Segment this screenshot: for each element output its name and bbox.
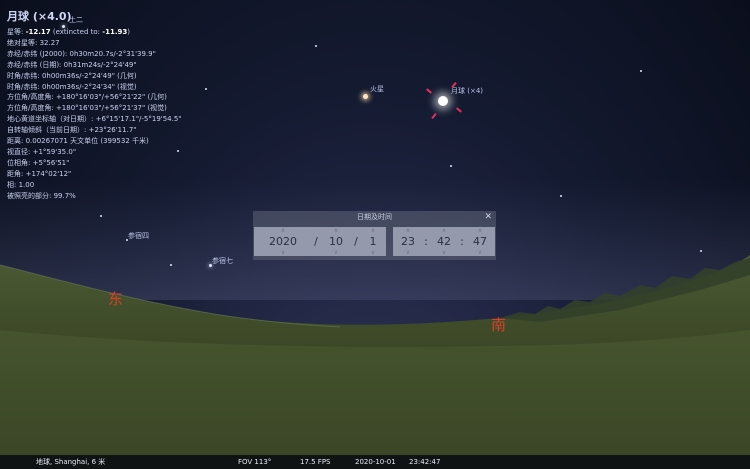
star[interactable] [700, 250, 702, 252]
info-line: 方位角/高度角: +180°16'03"/+56°21'22" (几何) [7, 93, 167, 102]
star-label-shen4: 参宿四 [128, 232, 149, 240]
moon-label: 月球 (×4) [451, 87, 484, 95]
year-spinner[interactable]: 2020 [254, 227, 312, 256]
time-text[interactable]: 23:42:47 [409, 455, 440, 469]
date-text[interactable]: 2020-10-01 [355, 455, 396, 469]
date-time-dialog: 日期及时间 ✕ 2020 / 10 / 1 23 : 42 : 47 [253, 211, 496, 260]
info-line: 时角/赤纬: 0h00m36s/-2°24'34" (视觉) [7, 82, 137, 91]
star[interactable] [640, 70, 642, 72]
fov-text: FOV 113° [238, 458, 272, 466]
second-spinner[interactable]: 47 [465, 227, 495, 256]
close-icon[interactable]: ✕ [484, 211, 492, 223]
star[interactable] [450, 165, 452, 167]
date-separator: / [314, 235, 318, 248]
date-input-group: 2020 / 10 / 1 [254, 227, 386, 256]
hour-spinner[interactable]: 23 [393, 227, 423, 256]
magnitude-line: 星等: -12.17 (extincted to: -11.93) [7, 28, 131, 36]
info-line: 赤经/赤纬 (日期): 0h31m24s/-2°24'49" [7, 60, 137, 69]
info-line: 距离: 0.00267071 天文单位 (399532 千米) [7, 137, 149, 146]
minute-spinner[interactable]: 42 [429, 227, 459, 256]
info-line: 绝对星等: 32.27 [7, 38, 60, 47]
info-line: 被照亮的部分: 99.7% [7, 191, 76, 200]
object-title: 月球 (×4.0) [7, 10, 72, 23]
star[interactable] [170, 264, 172, 266]
location-text[interactable]: 地球, Shanghai, 6 米 [36, 455, 105, 469]
time-input-group: 23 : 42 : 47 [393, 227, 495, 256]
status-bar: 地球, Shanghai, 6 米 FOV 113° 17.5 FPS 2020… [0, 455, 750, 469]
info-line: 位相角: +5°56'51" [7, 158, 70, 167]
star[interactable] [205, 88, 207, 90]
star[interactable] [560, 195, 562, 197]
cardinal-east: 东 [108, 290, 124, 308]
star[interactable] [100, 215, 102, 217]
mars-planet[interactable] [363, 94, 368, 99]
object-info-panel: 月球 (×4.0) 星等: -12.17 (extincted to: -11.… [7, 10, 182, 202]
info-line: 时角/赤纬: 0h00m36s/-2°24'49" (几何) [7, 71, 137, 80]
info-line: 赤经/赤纬 (J2000): 0h30m20.7s/-2°31'39.9" [7, 49, 156, 58]
info-line: 方位角/高度角: +180°16'03"/+56°21'37" (视觉) [7, 104, 167, 113]
day-spinner[interactable]: 1 [360, 227, 386, 256]
info-line: 相: 1.00 [7, 180, 35, 189]
month-spinner[interactable]: 10 [320, 227, 352, 256]
info-line: 距角: +174°02'12" [7, 169, 72, 178]
info-line: 视直径: +1°59'35.0" [7, 147, 77, 156]
moon[interactable] [438, 96, 448, 106]
info-line: 自转轴倾斜（当前日期）: +23°26'11.7" [7, 126, 137, 135]
mars-label: 火星 [370, 85, 384, 93]
star[interactable] [315, 45, 317, 47]
star-label-shen7: 参宿七 [212, 257, 233, 265]
date-separator: / [354, 235, 358, 248]
info-line: 地心黄道坐标轴（对日期）: +6°15'17.1"/-5°19'54.5" [7, 115, 182, 124]
fps-text: 17.5 FPS [300, 458, 331, 466]
cardinal-south: 南 [491, 316, 507, 334]
